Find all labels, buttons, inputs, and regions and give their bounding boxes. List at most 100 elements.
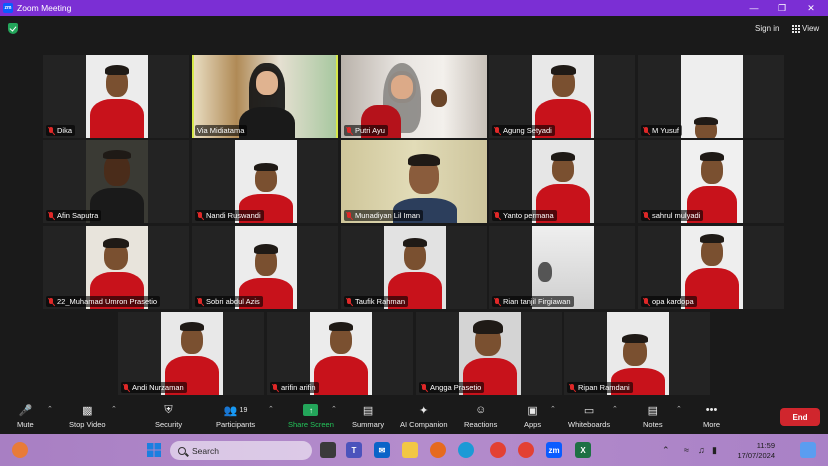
file-explorer-icon[interactable] <box>402 442 418 458</box>
muted-mic-icon <box>643 126 649 135</box>
video-tile[interactable]: 22_Muhamad Umron Prasetio <box>43 226 189 309</box>
video-tile[interactable]: Andi Nurzaman <box>118 312 264 395</box>
mail-icon[interactable]: ✉ <box>374 442 390 458</box>
participant-name: 22_Muhamad Umron Prasetio <box>57 297 158 306</box>
participant-name-tag: Angga Prasetio <box>419 382 485 393</box>
muted-mic-icon <box>421 383 427 392</box>
wifi-icon[interactable]: ≈ <box>684 445 689 455</box>
clock-date: 17/07/2024 <box>737 451 775 460</box>
participant-name-tag: Andi Nurzaman <box>121 382 187 393</box>
summary-icon: ▤ <box>362 404 374 417</box>
video-tile[interactable]: sahrul mulyadi <box>638 140 784 223</box>
participants-button[interactable]: 👥 19 Participants <box>216 402 255 432</box>
view-label: View <box>802 24 820 33</box>
copilot-icon[interactable] <box>800 442 816 458</box>
video-tile[interactable]: Afin Saputra <box>43 140 189 223</box>
video-tile[interactable]: Taufik Rahman <box>341 226 487 309</box>
video-tile[interactable]: arifin arifin <box>267 312 413 395</box>
minimize-button[interactable]: — <box>740 0 768 16</box>
participant-name: Sobri abdul Azis <box>206 297 260 306</box>
sign-in-link[interactable]: Sign in <box>755 24 779 33</box>
video-tile[interactable]: Yanto permana <box>489 140 635 223</box>
muted-mic-icon <box>48 211 54 220</box>
share-screen-button[interactable]: ↑ Share Screen <box>288 402 334 432</box>
security-button[interactable]: ⛨ Security <box>155 402 182 432</box>
apps-label: Apps <box>524 420 542 429</box>
end-meeting-button[interactable]: End <box>780 408 820 426</box>
stop-video-button[interactable]: ▩ Stop Video <box>69 402 106 432</box>
participant-name: Munadiyan Lil Iman <box>355 211 421 220</box>
whiteboards-label: Whiteboards <box>568 420 611 429</box>
audio-options-caret-icon[interactable]: ⌃ <box>47 405 53 413</box>
share-options-caret-icon[interactable]: ⌃ <box>331 405 337 413</box>
excel-icon[interactable]: X <box>575 442 591 458</box>
share-screen-label: Share Screen <box>288 420 334 429</box>
participant-video <box>86 55 148 138</box>
video-tile[interactable]: Rian tanjil Firgiawan <box>489 226 635 309</box>
windows-taskbar: Search T ✉ zm X ⌃ ≈ ♫ ▮ 11:59 17/07/2024 <box>0 434 828 466</box>
participant-name: Via Midiatama <box>197 126 245 135</box>
notes-options-caret-icon[interactable]: ⌃ <box>676 405 682 413</box>
muted-mic-icon <box>197 211 203 220</box>
video-tile[interactable]: Ripan Ramdani <box>564 312 710 395</box>
weather-widget-icon[interactable] <box>12 442 28 458</box>
ai-companion-button[interactable]: ✦ AI Companion <box>400 402 448 432</box>
video-options-caret-icon[interactable]: ⌃ <box>111 405 117 413</box>
participants-options-caret-icon[interactable]: ⌃ <box>268 405 274 413</box>
battery-icon[interactable]: ▮ <box>712 445 717 456</box>
participant-name: Putri Ayu <box>355 126 385 135</box>
teams-icon[interactable]: T <box>346 442 362 458</box>
video-tile[interactable]: Sobri abdul Azis <box>192 226 338 309</box>
participant-name: Rian tanjil Firgiawan <box>503 297 571 306</box>
participant-name: Agung Setyadi <box>503 126 552 135</box>
taskbar-clock[interactable]: 11:59 17/07/2024 <box>731 441 775 461</box>
participant-name-tag: M Yusuf <box>641 125 682 136</box>
firefox-icon[interactable] <box>430 442 446 458</box>
chrome-profile-icon[interactable] <box>518 442 534 458</box>
whiteboards-options-caret-icon[interactable]: ⌃ <box>612 405 618 413</box>
apps-options-caret-icon[interactable]: ⌃ <box>550 405 556 413</box>
edge-icon[interactable] <box>458 442 474 458</box>
participants-icon: 👥 19 <box>223 404 248 417</box>
zoom-taskbar-icon[interactable]: zm <box>546 442 562 458</box>
summary-label: Summary <box>352 420 385 429</box>
video-tile-active-speaker[interactable]: Via Midiatama <box>192 55 338 138</box>
muted-mic-icon <box>494 126 500 135</box>
participant-name-tag: 22_Muhamad Umron Prasetio <box>46 296 161 307</box>
volume-icon[interactable]: ♫ <box>698 445 705 455</box>
chrome-icon[interactable] <box>490 442 506 458</box>
maximize-button[interactable]: ❐ <box>768 0 796 16</box>
close-button[interactable]: ✕ <box>797 0 825 16</box>
video-tile[interactable]: Agung Setyadi <box>489 55 635 138</box>
encryption-shield-icon[interactable] <box>8 23 18 34</box>
mute-button[interactable]: 🎤 Mute <box>17 402 34 432</box>
whiteboard-icon: ▭ <box>583 404 595 417</box>
sparkle-icon: ✦ <box>419 404 429 417</box>
video-tile[interactable]: Putri Ayu <box>341 55 487 138</box>
summary-button[interactable]: ▤ Summary <box>352 402 384 432</box>
muted-mic-icon <box>643 297 649 306</box>
task-view-icon[interactable] <box>320 442 336 458</box>
muted-mic-icon <box>346 211 352 220</box>
video-tile[interactable]: Munadiyan Lil Iman <box>341 140 487 223</box>
participant-name-tag: arifin arifin <box>270 382 319 393</box>
apps-button[interactable]: ▣ Apps <box>524 402 541 432</box>
notes-button[interactable]: ▤ Notes <box>643 402 663 432</box>
whiteboards-button[interactable]: ▭ Whiteboards <box>568 402 610 432</box>
reactions-button[interactable]: ☺ Reactions <box>464 402 497 432</box>
view-button[interactable]: View <box>792 24 819 33</box>
video-tile[interactable]: Dika <box>43 55 189 138</box>
video-tile[interactable]: Nandi Ruswandi <box>192 140 338 223</box>
video-tile[interactable]: Angga Prasetio <box>416 312 562 395</box>
video-tile[interactable]: opa kardopa <box>638 226 784 309</box>
video-tile[interactable]: M Yusuf <box>638 55 784 138</box>
taskbar-search-box[interactable]: Search <box>170 441 312 460</box>
participants-label: Participants <box>216 420 256 429</box>
usb-icon[interactable]: ⌃ <box>662 445 670 456</box>
muted-mic-icon <box>494 297 500 306</box>
participant-name: opa kardopa <box>652 297 694 306</box>
windows-start-icon[interactable] <box>146 442 162 458</box>
title-bar: zm Zoom Meeting — ❐ ✕ <box>0 0 828 16</box>
notes-label: Notes <box>643 420 663 429</box>
more-button[interactable]: ••• More <box>703 402 720 432</box>
